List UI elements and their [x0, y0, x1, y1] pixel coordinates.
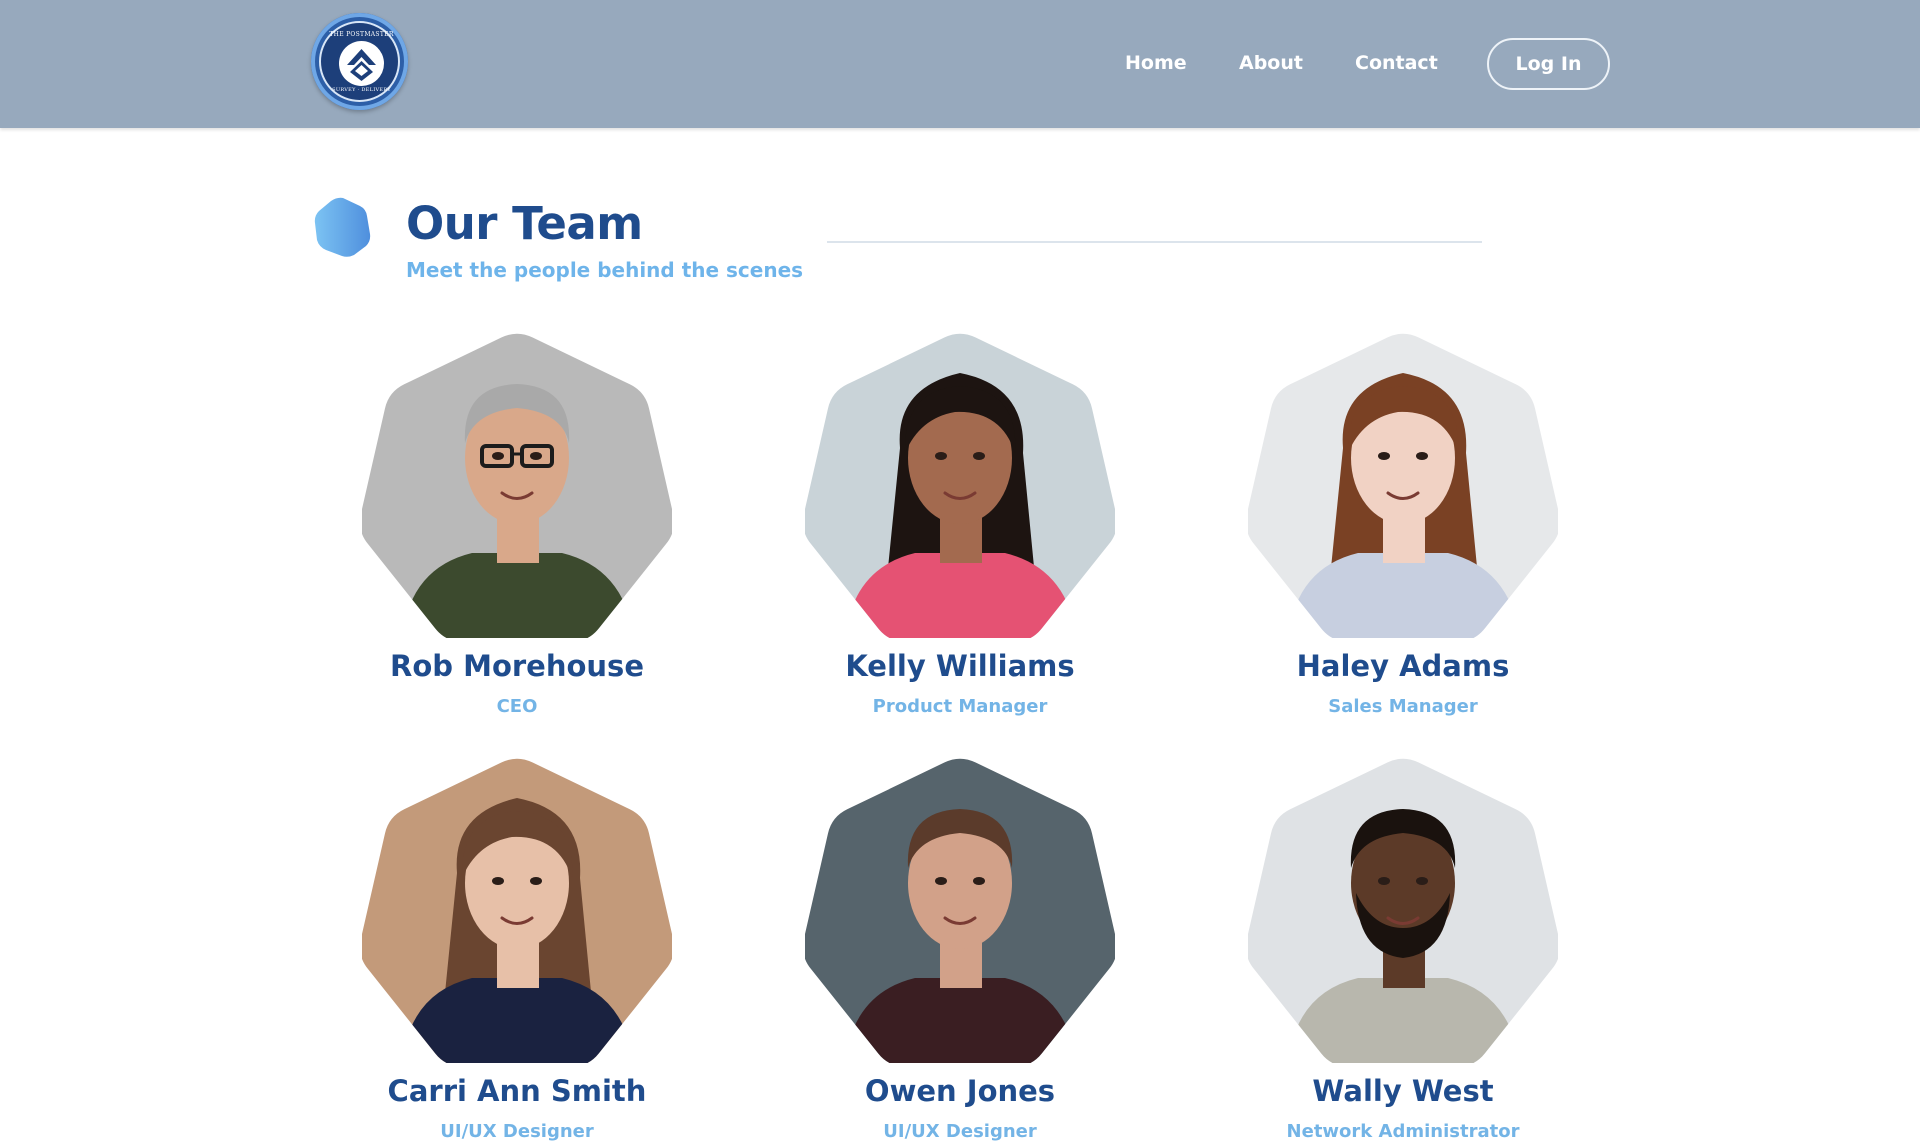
nav-about-link[interactable]: About [1239, 52, 1303, 74]
member-photo [362, 753, 672, 1063]
team-member-card: Owen Jones UI/UX Designer [805, 753, 1115, 1141]
nav-contact-link[interactable]: Contact [1355, 52, 1438, 74]
member-name: Carri Ann Smith [387, 1074, 647, 1108]
nav-home-link[interactable]: Home [1125, 52, 1187, 74]
page-title: Our Team [406, 197, 643, 250]
title-divider [827, 241, 1482, 243]
page-subtitle: Meet the people behind the scenes [406, 258, 804, 282]
member-photo [362, 328, 672, 638]
member-name: Kelly Williams [845, 649, 1075, 683]
postmaster-logo[interactable]: THE POSTMASTER SURVEY · DELIVERY [311, 13, 408, 110]
portrait-woman-wavy-blonde-hair [362, 758, 672, 1063]
team-member-card: Carri Ann Smith UI/UX Designer [362, 753, 672, 1141]
logo-text-bottom: SURVEY · DELIVERY [332, 87, 391, 93]
member-photo [805, 328, 1115, 638]
logo-center [339, 41, 384, 86]
portrait-man-glasses-gray-hair [362, 333, 672, 638]
portrait-woman-long-auburn-hair [1248, 333, 1558, 638]
member-photo [1248, 753, 1558, 1063]
member-name: Owen Jones [864, 1074, 1056, 1108]
team-member-card: Haley Adams Sales Manager [1248, 328, 1558, 717]
member-role: Sales Manager [1328, 696, 1478, 717]
member-role: Product Manager [872, 696, 1048, 717]
member-photo [1248, 328, 1558, 638]
member-name: Wally West [1312, 1074, 1494, 1108]
member-role: UI/UX Designer [883, 1121, 1037, 1141]
team-member-card: Kelly Williams Product Manager [805, 328, 1115, 717]
login-button[interactable]: Log In [1487, 38, 1610, 90]
portrait-woman-curly-hair-pink-top [805, 333, 1115, 638]
chevron-up-icon [347, 49, 376, 81]
portrait-man-beard-sweater [1248, 758, 1558, 1063]
member-role: UI/UX Designer [440, 1121, 594, 1141]
team-member-card: Rob Morehouse CEO [362, 328, 672, 717]
member-name: Rob Morehouse [389, 649, 644, 683]
portrait-man-short-brown-hair [805, 758, 1115, 1063]
member-photo [805, 753, 1115, 1063]
team-member-card: Wally West Network Administrator [1248, 753, 1558, 1141]
member-role: Network Administrator [1286, 1121, 1520, 1141]
hexagon-bullet-icon [314, 197, 371, 257]
member-name: Haley Adams [1296, 649, 1510, 683]
top-nav-bar: THE POSTMASTER SURVEY · DELIVERY Home Ab… [0, 0, 1920, 128]
member-role: CEO [496, 696, 538, 717]
logo-ring: THE POSTMASTER SURVEY · DELIVERY [319, 21, 400, 102]
logo-text-top: THE POSTMASTER [329, 31, 394, 38]
